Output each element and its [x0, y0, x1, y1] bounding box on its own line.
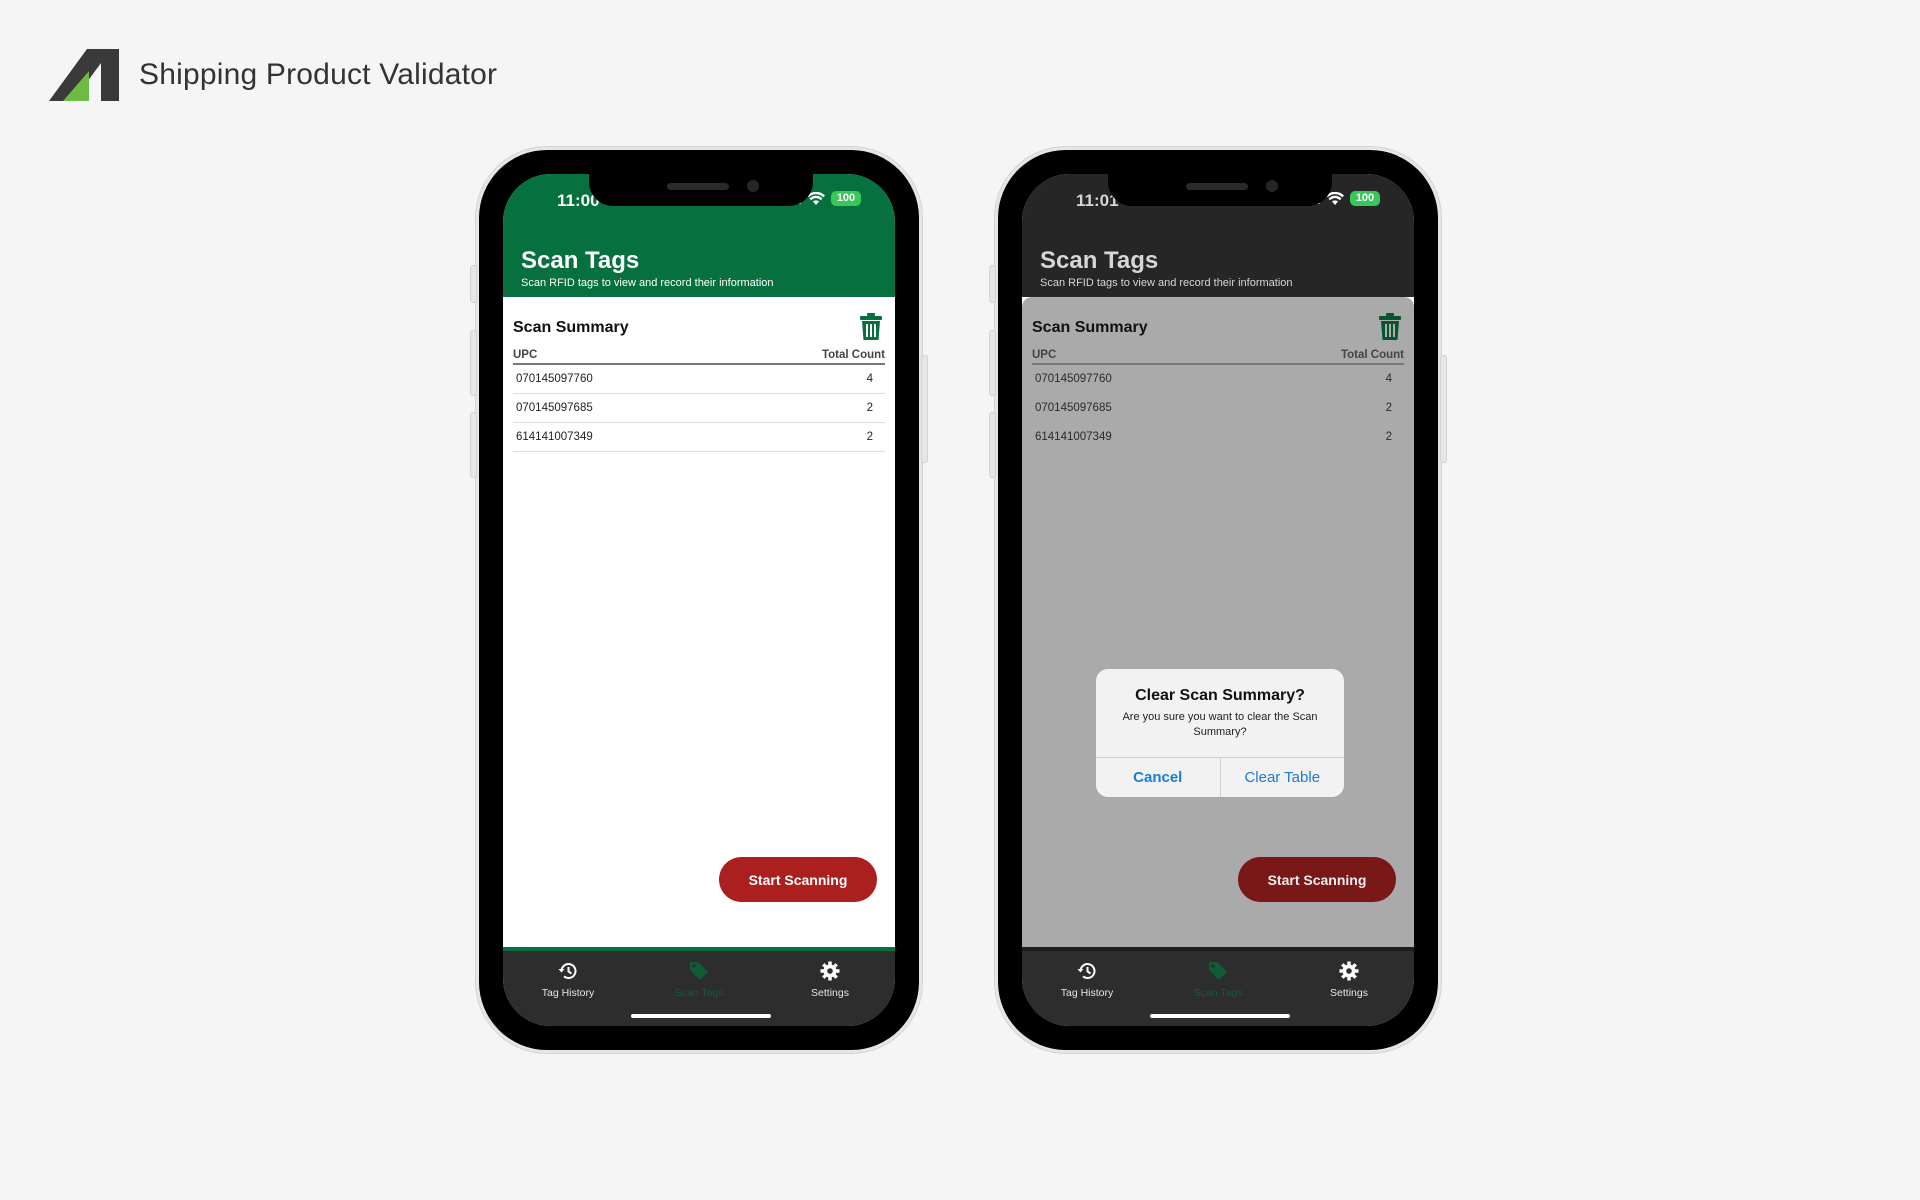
table-row[interactable]: 614141007349 2: [1032, 423, 1404, 452]
upc-cell: 070145097760: [1035, 373, 1112, 385]
table-row[interactable]: 070145097760 4: [1032, 365, 1404, 394]
phone-frame-right: 11:01 100 Scan Tags Scan RFID tags to vi…: [989, 150, 1447, 1050]
column-total-count: Total Count: [1340, 349, 1404, 361]
count-cell: 2: [866, 431, 873, 443]
gear-icon: [1339, 961, 1359, 981]
dialog-message: Are you sure you want to clear the Scan …: [1122, 711, 1318, 738]
summary-title: Scan Summary: [513, 319, 629, 336]
tab-label: Settings: [811, 987, 849, 999]
clear-table-button[interactable]: Clear Table: [1221, 758, 1345, 797]
speaker: [667, 183, 729, 190]
home-indicator[interactable]: [1150, 1014, 1290, 1018]
tab-tag-history[interactable]: Tag History: [1042, 960, 1132, 999]
tab-scan-tags[interactable]: Scan Tags: [1173, 960, 1263, 999]
trash-icon[interactable]: [1378, 313, 1402, 341]
volume-up-button: [470, 330, 477, 396]
count-cell: 4: [1385, 373, 1392, 385]
upc-cell: 070145097685: [1035, 402, 1112, 414]
tab-label: Scan Tags: [1193, 987, 1243, 999]
upc-cell: 614141007349: [516, 431, 593, 443]
page-subtitle: Scan RFID tags to view and record their …: [1040, 277, 1293, 289]
phone-frame-left: 11:00 100 Scan Tags Scan RFID tags to vi…: [470, 150, 928, 1050]
column-total-count: Total Count: [821, 349, 885, 361]
dialog-title: Clear Scan Summary?: [1135, 687, 1305, 704]
table-row[interactable]: 070145097685 2: [1032, 394, 1404, 423]
start-scanning-button[interactable]: Start Scanning: [719, 857, 877, 902]
home-indicator[interactable]: [631, 1014, 771, 1018]
gear-icon: [820, 961, 840, 981]
summary-table: UPC Total Count 070145097760 4 070145097…: [513, 349, 885, 452]
silent-switch: [989, 265, 996, 303]
battery-icon: 100: [1350, 191, 1380, 206]
speaker: [1186, 183, 1248, 190]
table-header: UPC Total Count: [1032, 349, 1404, 365]
history-icon: [1077, 963, 1096, 980]
logo-icon: [49, 49, 119, 101]
page-subtitle: Scan RFID tags to view and record their …: [521, 277, 774, 289]
notch: [589, 174, 813, 206]
start-scanning-button[interactable]: Start Scanning: [1238, 857, 1396, 902]
tab-label: Scan Tags: [674, 987, 724, 999]
count-cell: 2: [1385, 431, 1392, 443]
tab-bar: Tag History Scan Tags Settings: [503, 947, 895, 1026]
phone-screen-left: 11:00 100 Scan Tags Scan RFID tags to vi…: [503, 174, 895, 1026]
summary-title: Scan Summary: [1032, 319, 1148, 336]
app-title: Shipping Product Validator: [139, 58, 498, 91]
count-cell: 4: [866, 373, 873, 385]
table-header: UPC Total Count: [513, 349, 885, 365]
tab-settings[interactable]: Settings: [785, 960, 875, 999]
tab-label: Settings: [1330, 987, 1368, 999]
page-title: Scan Tags: [1040, 247, 1159, 274]
silent-switch: [470, 265, 477, 303]
tag-icon: [690, 962, 708, 980]
volume-down-button: [470, 412, 477, 478]
trash-icon[interactable]: [859, 313, 883, 341]
count-cell: 2: [1385, 402, 1392, 414]
column-upc: UPC: [513, 349, 538, 361]
table-row[interactable]: 070145097760 4: [513, 365, 885, 394]
history-icon: [558, 963, 577, 980]
phone-screen-right: 11:01 100 Scan Tags Scan RFID tags to vi…: [1022, 174, 1414, 1026]
power-button: [921, 355, 928, 463]
camera: [747, 180, 759, 192]
page-title: Scan Tags: [521, 247, 640, 274]
table-row[interactable]: 614141007349 2: [513, 423, 885, 452]
upc-cell: 614141007349: [1035, 431, 1112, 443]
battery-icon: 100: [831, 191, 861, 206]
volume-up-button: [989, 330, 996, 396]
tag-icon: [1209, 962, 1227, 980]
main-content: Scan Summary UPC Total Count 07014509776…: [1022, 297, 1414, 947]
count-cell: 2: [866, 402, 873, 414]
main-content: Scan Summary UPC Total Count 07014509776…: [503, 297, 895, 947]
power-button: [1440, 355, 1447, 463]
dialog-buttons: Cancel Clear Table: [1096, 757, 1344, 797]
summary-table: UPC Total Count 070145097760 4 070145097…: [1032, 349, 1404, 452]
brand-header: Shipping Product Validator: [49, 49, 497, 101]
tab-scan-tags[interactable]: Scan Tags: [654, 960, 744, 999]
upc-cell: 070145097760: [516, 373, 593, 385]
upc-cell: 070145097685: [516, 402, 593, 414]
tab-bar: Tag History Scan Tags Settings: [1022, 947, 1414, 1026]
cancel-button[interactable]: Cancel: [1096, 758, 1221, 797]
clear-summary-dialog: Clear Scan Summary? Are you sure you wan…: [1096, 669, 1344, 797]
camera: [1266, 180, 1278, 192]
tab-label: Tag History: [1060, 987, 1114, 999]
volume-down-button: [989, 412, 996, 478]
tab-tag-history[interactable]: Tag History: [523, 960, 613, 999]
notch: [1108, 174, 1332, 206]
tab-settings[interactable]: Settings: [1304, 960, 1394, 999]
table-row[interactable]: 070145097685 2: [513, 394, 885, 423]
tab-label: Tag History: [541, 987, 595, 999]
column-upc: UPC: [1032, 349, 1057, 361]
